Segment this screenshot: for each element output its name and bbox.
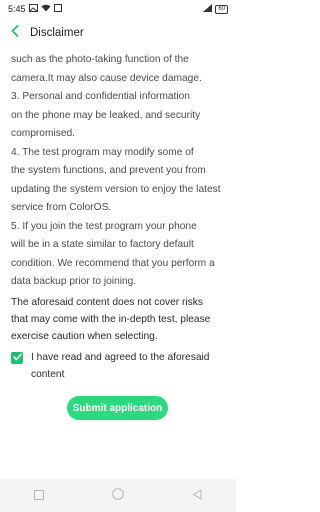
agree-label: I have read and agreed to the aforesaid … (31, 349, 209, 383)
notice-line: that may come with the in-depth test, pl… (11, 314, 211, 325)
body-line: 5. If you join the test program your pho… (11, 220, 197, 232)
agree-line: content (31, 369, 65, 380)
body-line: on the phone may be leaked, and security (11, 109, 201, 121)
body-line: 3. Personal and confidential information (11, 91, 190, 102)
body-line: such as the photo-taking function of the (11, 54, 189, 65)
body-line: updating the system version to enjoy the… (11, 183, 221, 195)
triangle-back-icon (192, 487, 202, 505)
battery-icon: 60 (215, 4, 228, 14)
circle-icon (112, 487, 124, 505)
status-right: 60 (203, 4, 228, 14)
recents-button[interactable] (29, 486, 49, 506)
square-icon (34, 487, 45, 505)
notification-icon (28, 4, 38, 14)
body-line: 4. The test program may modify some of (11, 146, 194, 158)
back-button[interactable] (8, 24, 22, 42)
body-line: will be in a state similar to factory de… (11, 239, 194, 250)
body-line: compromised. (11, 128, 75, 139)
checkmark-icon (12, 350, 22, 367)
status-bar: 5:45 60 (0, 0, 236, 18)
wifi-icon (41, 4, 51, 14)
navigation-bar (0, 479, 236, 512)
home-button[interactable] (108, 486, 128, 506)
agree-checkbox[interactable] (11, 352, 23, 364)
signal-icon (203, 4, 213, 14)
body-line: data backup prior to joining. (11, 276, 137, 287)
risk-notice: The aforesaid content does not cover ris… (11, 294, 231, 345)
body-line: condition. We recommend that you perform… (11, 257, 215, 269)
agree-row[interactable]: I have read and agreed to the aforesaid … (11, 349, 231, 383)
battery-level: 60 (218, 5, 225, 12)
nav-back-button[interactable] (187, 486, 207, 506)
agree-line: I have read and agreed to the aforesaid (31, 352, 210, 363)
submit-application-button[interactable]: Submit application (67, 396, 168, 420)
header: Disclaimer (0, 20, 236, 46)
disclaimer-body: such as the photo-taking function of the… (11, 51, 231, 292)
status-time: 5:45 (8, 4, 26, 14)
notification-dot-icon (53, 4, 62, 14)
body-line: camera.It may also cause device damage. (11, 72, 202, 84)
page-title: Disclaimer (30, 27, 84, 39)
status-left: 5:45 (8, 4, 62, 14)
body-line: the system functions, and prevent you fr… (11, 165, 206, 176)
chevron-left-icon (11, 24, 19, 42)
notice-line: exercise caution when selecting. (11, 331, 158, 342)
body-line: service from ColorOS. (11, 202, 112, 213)
notice-line: The aforesaid content does not cover ris… (11, 297, 203, 308)
